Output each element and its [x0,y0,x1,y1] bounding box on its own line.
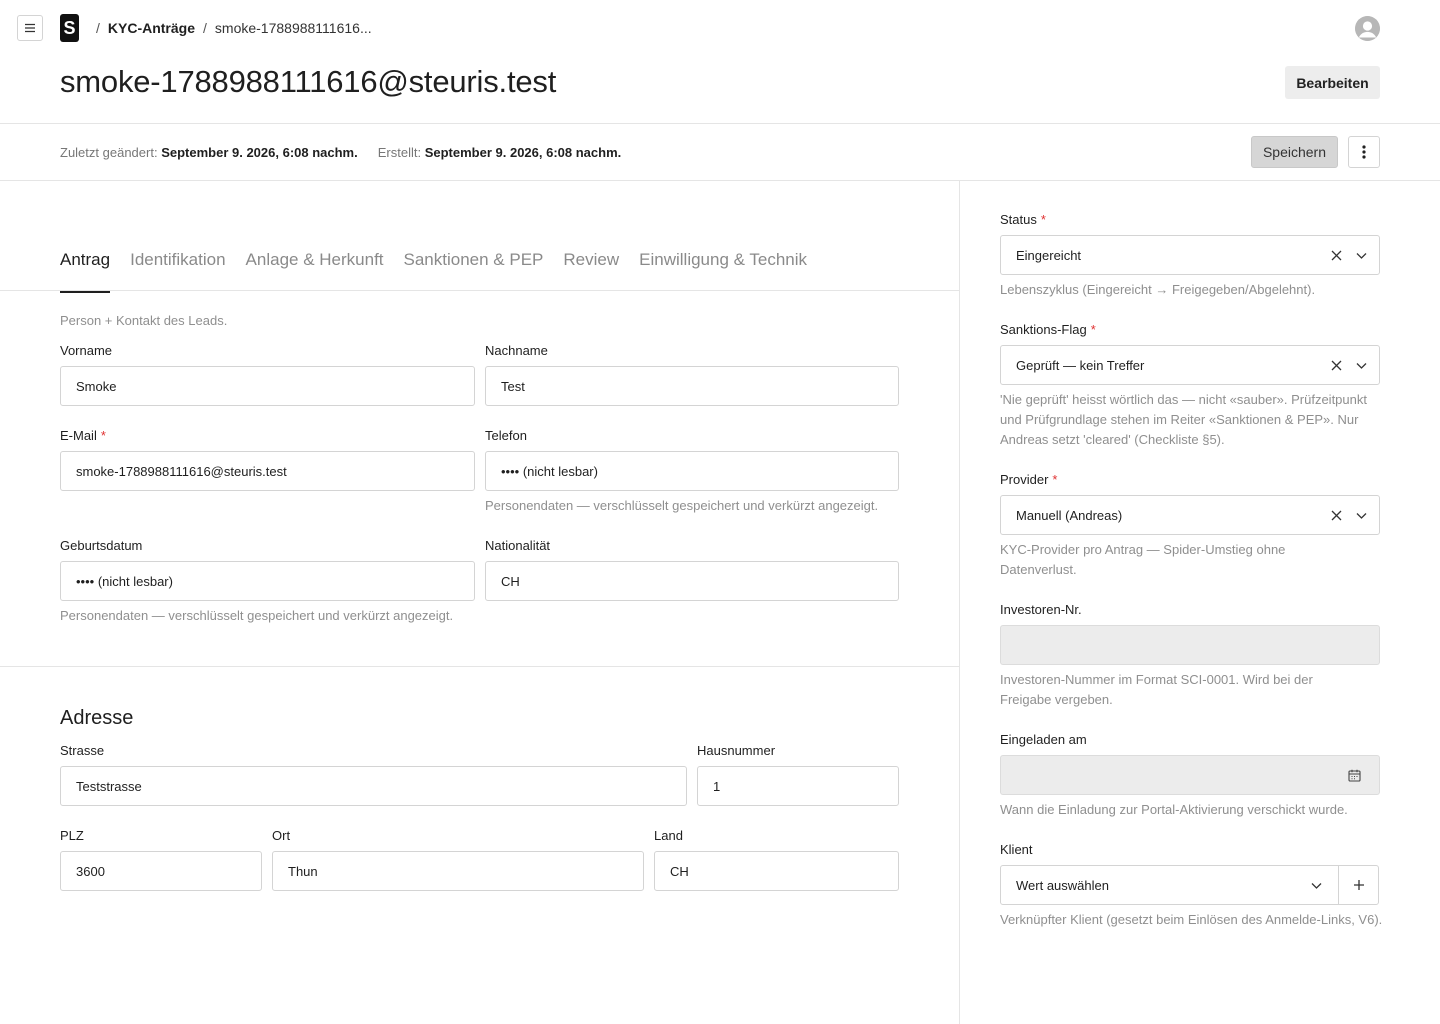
user-avatar-icon [1355,16,1380,41]
provider-value: Manuell (Andreas) [1016,507,1123,523]
house-number-label: Hausnummer [697,743,776,758]
user-avatar[interactable] [1355,16,1380,41]
add-client-button[interactable] [1338,865,1379,905]
tab-antrag[interactable]: Antrag [60,250,111,293]
breadcrumb: / KYC-Anträge / smoke-1788988111616... [88,19,372,37]
header-divider [0,123,1440,124]
x-icon[interactable] [1331,250,1342,261]
meta-divider [0,180,1440,181]
tab-einwilligung-technik[interactable]: Einwilligung & Technik [639,250,807,282]
status-hint: Lebenszyklus (Eingereicht → Freigegeben/… [1000,282,1316,297]
status-value: Eingereicht [1016,247,1082,263]
house-number-input[interactable]: 1 [697,766,899,806]
tab-identifikation[interactable]: Identifikation [130,250,225,282]
phone-input[interactable]: •••• (nicht lesbar) [485,451,899,491]
firstname-input[interactable]: Smoke [60,366,475,406]
birthdate-input[interactable]: •••• (nicht lesbar) [60,561,475,601]
app-logo[interactable]: S [60,14,79,42]
x-icon[interactable] [1331,510,1342,521]
city-label: Ort [272,828,291,843]
save-button[interactable]: Speichern [1251,136,1338,168]
hamburger-icon [25,23,35,33]
birthdate-label: Geburtsdatum [60,538,143,553]
created-info: Erstellt: September 9. 2026, 6:08 nachm. [377,145,622,160]
phone-label: Telefon [485,428,527,443]
breadcrumb-kyc-link[interactable]: KYC-Anträge [108,19,195,37]
nationality-input[interactable]: CH [485,561,899,601]
city-input[interactable]: Thun [272,851,644,891]
x-icon[interactable] [1331,360,1342,371]
breadcrumb-separator: / [96,20,100,36]
person-description: Person + Kontakt des Leads. [60,313,228,328]
form-tabs: Antrag Identifikation Anlage & Herkunft … [60,250,807,293]
meta-info: Zuletzt geändert: September 9. 2026, 6:0… [60,145,621,160]
provider-select[interactable]: Manuell (Andreas) [1000,495,1380,535]
sanction-flag-hint: 'Nie geprüft' heisst wörtlich das — nich… [1000,392,1367,447]
invited-at-input [1000,755,1380,795]
client-hint: Verknüpfter Klient (gesetzt beim Einlöse… [1000,912,1383,927]
zip-input[interactable]: 3600 [60,851,262,891]
tab-sanktionen-pep[interactable]: Sanktionen & PEP [404,250,544,282]
zip-label: PLZ [60,828,84,843]
calendar-icon [1348,769,1361,782]
client-select[interactable]: Wert auswählen [1000,865,1339,905]
invited-at-hint: Wann die Einladung zur Portal-Aktivierun… [1000,802,1348,817]
required-marker: * [100,428,106,443]
tabs-divider [0,290,959,291]
investor-number-input [1000,625,1380,665]
top-bar: S / KYC-Anträge / smoke-1788988111616... [0,0,1440,56]
menu-toggle-button[interactable] [17,15,43,41]
firstname-label: Vorname [60,343,113,358]
investor-number-hint: Investoren-Nummer im Format SCI-0001. Wi… [1000,672,1313,707]
nationality-label: Nationalität [485,538,551,553]
sanction-flag-select[interactable]: Geprüft — kein Treffer [1000,345,1380,385]
client-value: Wert auswählen [1016,877,1109,893]
provider-label: Provider * [1000,472,1058,487]
phone-hint: Personendaten — verschlüsselt gespeicher… [485,498,879,513]
tab-review[interactable]: Review [563,250,619,282]
more-actions-button[interactable] [1348,136,1380,168]
chevron-down-icon[interactable] [1311,880,1322,891]
page-title: smoke-1788988111616@steuris.test [60,64,557,99]
chevron-down-icon[interactable] [1356,360,1367,371]
chevron-down-icon[interactable] [1356,250,1367,261]
sanction-flag-label: Sanktions-Flag * [1000,322,1096,337]
edit-button[interactable]: Bearbeiten [1285,66,1380,99]
modified-date: September 9. 2026, 6:08 nachm. [161,145,358,160]
lastname-input[interactable]: Test [485,366,899,406]
breadcrumb-separator: / [203,20,207,36]
status-label: Status * [1000,212,1046,227]
street-label: Strasse [60,743,105,758]
invited-at-label: Eingeladen am [1000,732,1087,747]
required-marker: * [1052,472,1058,487]
chevron-down-icon[interactable] [1356,510,1367,521]
client-label: Klient [1000,842,1033,857]
address-section-title: Adresse [60,707,134,729]
investor-number-label: Investoren-Nr. [1000,602,1082,617]
tab-anlage-herkunft[interactable]: Anlage & Herkunft [246,250,384,282]
email-input[interactable]: smoke-1788988111616@steuris.test [60,451,475,491]
plus-icon [1353,880,1364,890]
sanction-flag-value: Geprüft — kein Treffer [1016,357,1145,373]
provider-hint: KYC-Provider pro Antrag — Spider-Umstieg… [1000,542,1286,577]
status-select[interactable]: Eingereicht [1000,235,1380,275]
required-marker: * [1090,322,1096,337]
required-marker: * [1040,212,1046,227]
section-divider [0,666,959,667]
birthdate-hint: Personendaten — verschlüsselt gespeicher… [60,608,454,623]
country-input[interactable]: CH [654,851,899,891]
sidebar-divider [959,181,960,1024]
created-date: September 9. 2026, 6:08 nachm. [424,145,622,160]
country-label: Land [654,828,683,843]
lastname-label: Nachname [485,343,548,358]
street-input[interactable]: Teststrasse [60,766,687,806]
email-label: E-Mail * [60,428,106,443]
vertical-dots-icon [1362,145,1366,159]
modified-info: Zuletzt geändert: September 9. 2026, 6:0… [60,145,358,160]
breadcrumb-current: smoke-1788988111616... [214,20,372,36]
